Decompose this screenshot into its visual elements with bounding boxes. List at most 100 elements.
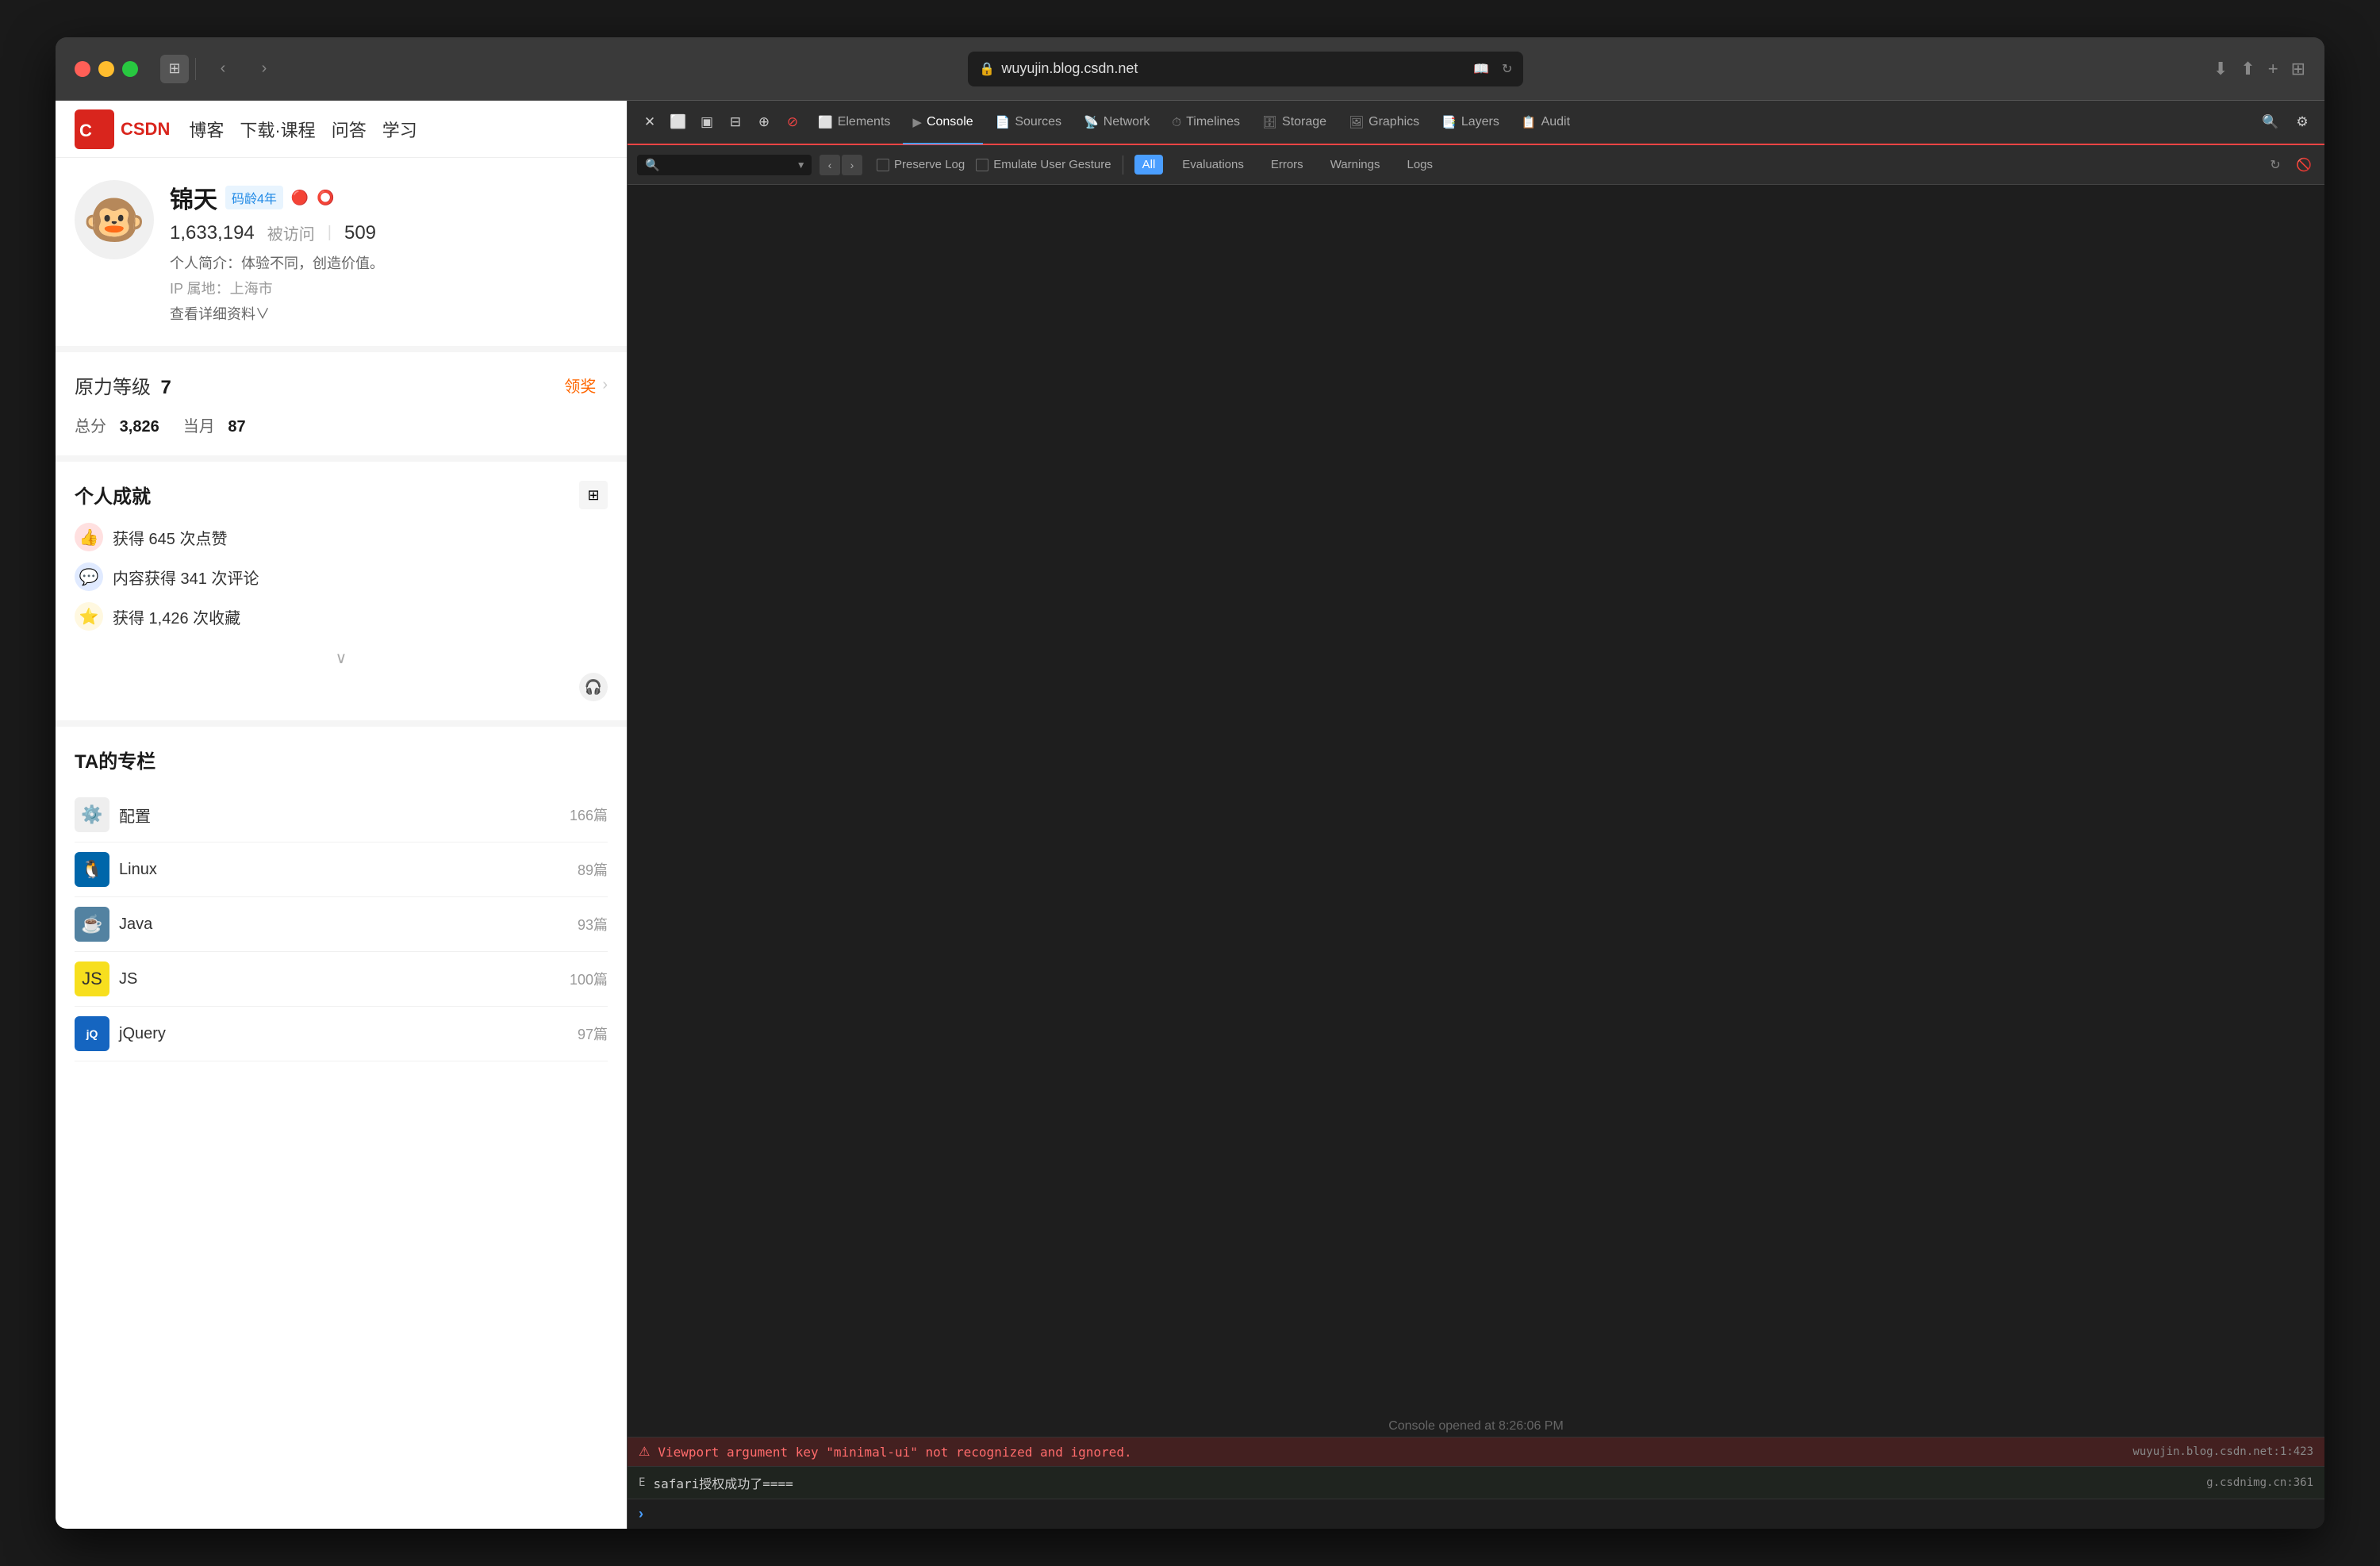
- error-indicator[interactable]: ⊘: [780, 109, 805, 135]
- tab-audit[interactable]: 📋 Audit: [1512, 102, 1580, 144]
- dock-button-3[interactable]: ⊟: [723, 109, 748, 135]
- filter-evaluations[interactable]: Evaluations: [1174, 155, 1252, 175]
- csdn-text: CSDN: [121, 119, 170, 140]
- console-prompt[interactable]: ›: [628, 1499, 2324, 1529]
- filter-logs[interactable]: Logs: [1399, 155, 1441, 175]
- tab-storage[interactable]: 🗄 Storage: [1253, 102, 1336, 144]
- nav-learn[interactable]: 学习: [382, 117, 417, 142]
- tab-timelines[interactable]: ⏱ Timelines: [1162, 102, 1250, 144]
- new-tab-icon[interactable]: +: [2268, 59, 2278, 79]
- rank-award-button[interactable]: 领奖: [564, 374, 596, 397]
- back-button[interactable]: ‹: [209, 55, 237, 83]
- rank-level: 7: [160, 377, 171, 398]
- nav-blog[interactable]: 博客: [189, 117, 224, 142]
- badge-icon-1: 🔴: [291, 190, 309, 206]
- column-item-1[interactable]: 🐧 Linux 89篇: [75, 842, 608, 897]
- profile-area: 🐵 锦天 码龄4年 🔴 ⭕ 1,633,194 被访问 |: [56, 158, 627, 346]
- inspect-button[interactable]: ⊕: [751, 109, 777, 135]
- error-msg-icon: ⚠: [639, 1444, 650, 1460]
- total-score-label: 总分 3,826: [75, 413, 159, 436]
- dock-button-1[interactable]: ⬜: [666, 109, 691, 135]
- tab-layers[interactable]: 📑 Layers: [1432, 102, 1509, 144]
- next-result-button[interactable]: ›: [842, 155, 862, 175]
- console-options: Preserve Log Emulate User Gesture All Ev…: [877, 155, 1441, 175]
- likes-icon: 👍: [75, 523, 103, 551]
- nav-download[interactable]: 下载·课程: [240, 117, 315, 142]
- refresh-icon[interactable]: ↻: [2264, 154, 2286, 176]
- qr-icon[interactable]: ⊞: [579, 481, 608, 509]
- console-search-input[interactable]: [665, 158, 792, 171]
- chevron-down-icon[interactable]: ∨: [336, 648, 347, 668]
- column-name-3: JS: [119, 970, 560, 988]
- forward-button[interactable]: ›: [250, 55, 278, 83]
- badge-nianling: 码龄4年: [225, 186, 283, 209]
- tab-elements[interactable]: ⬜ Elements: [808, 102, 900, 144]
- error-msg-source[interactable]: wuyujin.blog.csdn.net:1:423: [2132, 1445, 2313, 1458]
- divider-2: [56, 455, 627, 462]
- rank-title: 原力等级: [75, 377, 151, 398]
- grid-icon[interactable]: ⊞: [2291, 59, 2305, 79]
- profile-name-row: 锦天 码龄4年 🔴 ⭕: [170, 180, 608, 215]
- devtools-panel: ✕ ⬜ ▣ ⊟ ⊕ ⊘ ⬜ Elements ▶ Console 📄 Sourc…: [627, 101, 2324, 1529]
- dock-button-2[interactable]: ▣: [694, 109, 720, 135]
- reader-icon[interactable]: 📖: [1473, 61, 1489, 77]
- search-dropdown-icon[interactable]: ▼: [797, 159, 806, 171]
- title-bar-actions: ⬇ ⬆ + ⊞: [2213, 59, 2305, 79]
- filter-all[interactable]: All: [1134, 155, 1164, 175]
- chevron-right-icon: ›: [602, 376, 608, 394]
- address-bar[interactable]: 🔒 wuyujin.blog.csdn.net 📖 ↻: [968, 52, 1523, 86]
- search-icon-button[interactable]: 🔍: [2258, 109, 2283, 135]
- settings-icon-button[interactable]: ⚙: [2290, 109, 2315, 135]
- tab-timelines-label: Timelines: [1186, 115, 1240, 129]
- headphone-icon[interactable]: 🎧: [579, 673, 608, 701]
- clear-icon[interactable]: 🚫: [2293, 154, 2315, 176]
- lock-icon: 🔒: [979, 61, 995, 77]
- profile-detail-link[interactable]: 查看详细资料∨: [170, 303, 608, 324]
- network-tab-icon: 📡: [1084, 115, 1099, 129]
- sidebar-toggle-button[interactable]: ⊞: [160, 55, 189, 83]
- tab-sources[interactable]: 📄 Sources: [986, 102, 1071, 144]
- emulate-gesture-checkbox[interactable]: Emulate User Gesture: [976, 158, 1111, 171]
- close-button[interactable]: [75, 61, 90, 77]
- achievement-comments-text: 内容获得 341 次评论: [113, 566, 259, 589]
- filter-warnings[interactable]: Warnings: [1322, 155, 1388, 175]
- console-search[interactable]: 🔍 ▼: [637, 155, 812, 175]
- nav-qa[interactable]: 问答: [332, 117, 367, 142]
- column-item-3[interactable]: JS JS 100篇: [75, 952, 608, 1007]
- reload-icon[interactable]: ↻: [1502, 61, 1512, 77]
- avatar: 🐵: [75, 180, 154, 259]
- window-controls: ⊞: [160, 55, 196, 83]
- column-icon-3: JS: [75, 961, 109, 996]
- tab-sources-label: Sources: [1015, 115, 1061, 129]
- tab-graphics[interactable]: 🖼 Graphics: [1339, 102, 1429, 144]
- rank-section: 原力等级 7 领奖 › 总分 3,826 当月: [56, 352, 627, 455]
- close-devtools-button[interactable]: ✕: [637, 109, 662, 135]
- column-count-0: 166篇: [570, 804, 608, 825]
- column-item-2[interactable]: ☕ Java 93篇: [75, 897, 608, 952]
- column-item-4[interactable]: jQ jQuery 97篇: [75, 1007, 608, 1061]
- csdn-logo: C CSDN: [75, 109, 170, 149]
- tab-console-label: Console: [927, 115, 973, 129]
- share-icon[interactable]: ⬆: [2240, 59, 2255, 79]
- monthly-score-label: 当月 87: [183, 413, 246, 436]
- elements-tab-icon: ⬜: [818, 115, 833, 129]
- preserve-log-checkbox[interactable]: Preserve Log: [877, 158, 965, 171]
- storage-tab-icon: 🗄: [1262, 115, 1277, 129]
- prev-result-button[interactable]: ‹: [820, 155, 840, 175]
- download-icon[interactable]: ⬇: [2213, 59, 2228, 79]
- filter-errors[interactable]: Errors: [1263, 155, 1311, 175]
- tab-graphics-label: Graphics: [1368, 115, 1419, 129]
- title-bar: ⊞ ‹ › 🔒 wuyujin.blog.csdn.net 📖 ↻ ⬇ ⬆ + …: [56, 37, 2324, 101]
- column-item-0[interactable]: ⚙️ 配置 166篇: [75, 788, 608, 842]
- minimize-button[interactable]: [98, 61, 114, 77]
- log-msg-source[interactable]: g.csdnimg.cn:361: [2206, 1476, 2313, 1489]
- column-icon-2: ☕: [75, 907, 109, 942]
- column-icon-0: ⚙️: [75, 797, 109, 832]
- achievement-likes-text: 获得 645 次点赞: [113, 526, 227, 549]
- divider-3: [56, 720, 627, 727]
- maximize-button[interactable]: [122, 61, 138, 77]
- profile-info: 锦天 码龄4年 🔴 ⭕ 1,633,194 被访问 | 509 个人简介：体验不…: [170, 180, 608, 324]
- tab-network[interactable]: 📡 Network: [1074, 102, 1159, 144]
- search-icon: 🔍: [645, 158, 660, 172]
- tab-console[interactable]: ▶ Console: [903, 102, 982, 144]
